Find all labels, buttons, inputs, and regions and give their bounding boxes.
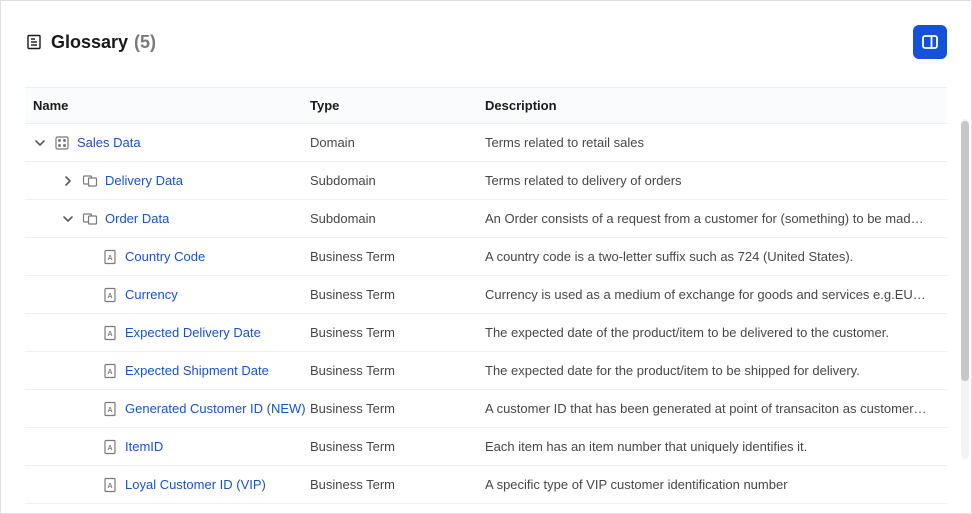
page-title-text: Glossary <box>51 32 128 53</box>
item-name-link[interactable]: Order Data <box>105 211 169 226</box>
item-type: Business Term <box>310 401 485 416</box>
expand-placeholder <box>81 364 95 378</box>
page-title: Glossary (5) <box>51 32 156 53</box>
expand-placeholder <box>81 288 95 302</box>
item-description: A customer ID that has been generated at… <box>485 401 947 416</box>
item-type: Business Term <box>310 363 485 378</box>
table-row[interactable]: Delivery Data SubdomainTerms related to d… <box>25 162 947 200</box>
table-row[interactable]: A Expected Shipment Date Business TermThe … <box>25 352 947 390</box>
column-header-description[interactable]: Description <box>485 98 947 113</box>
item-name-link[interactable]: Sales Data <box>77 135 141 150</box>
item-type: Subdomain <box>310 211 485 226</box>
table-row[interactable]: Order Data SubdomainAn Order consists of … <box>25 200 947 238</box>
term-icon: A <box>102 401 118 417</box>
panel-toggle-button[interactable] <box>913 25 947 59</box>
item-description: Terms related to delivery of orders <box>485 173 947 188</box>
item-description: Each item has an item number that unique… <box>485 439 947 454</box>
item-type: Domain <box>310 135 485 150</box>
item-type: Business Term <box>310 249 485 264</box>
table-body: Sales Data DomainTerms related to retail … <box>25 124 947 513</box>
svg-text:A: A <box>107 331 112 338</box>
item-type: Business Term <box>310 477 485 492</box>
subdomain-icon <box>82 211 98 227</box>
term-icon: A <box>102 363 118 379</box>
item-name-link[interactable]: Currency <box>125 287 178 302</box>
table-row[interactable]: Sales Data DomainTerms related to retail … <box>25 124 947 162</box>
item-name-link[interactable]: Expected Delivery Date <box>125 325 261 340</box>
item-type: Business Term <box>310 439 485 454</box>
item-name-link[interactable]: ItemID <box>125 439 163 454</box>
term-icon: A <box>102 477 118 493</box>
item-description: The expected date of the product/item to… <box>485 325 947 340</box>
expand-placeholder <box>81 250 95 264</box>
scrollbar-thumb[interactable] <box>961 121 969 381</box>
expand-placeholder <box>81 402 95 416</box>
subdomain-icon <box>82 173 98 189</box>
item-name-link[interactable]: Delivery Data <box>105 173 183 188</box>
domain-icon <box>54 135 70 151</box>
term-icon: A <box>102 249 118 265</box>
column-header-name[interactable]: Name <box>25 98 310 113</box>
item-type: Subdomain <box>310 173 485 188</box>
scrollbar-track[interactable] <box>961 119 969 459</box>
svg-text:A: A <box>107 483 112 490</box>
item-description: A country code is a two-letter suffix su… <box>485 249 947 264</box>
item-description: The expected date for the product/item t… <box>485 363 947 378</box>
item-name-link[interactable]: Generated Customer ID (NEW) <box>125 401 306 416</box>
term-icon: A <box>102 287 118 303</box>
svg-text:A: A <box>107 407 112 414</box>
chevron-right-icon[interactable] <box>61 174 75 188</box>
page-count: (5) <box>134 32 156 53</box>
table-row[interactable]: A Generated Customer ID (NEW) Business Ter… <box>25 390 947 428</box>
svg-text:A: A <box>107 369 112 376</box>
item-description: Currency is used as a medium of exchange… <box>485 287 947 302</box>
term-icon: A <box>102 439 118 455</box>
item-description: Terms related to retail sales <box>485 135 947 150</box>
item-name-link[interactable]: Country Code <box>125 249 205 264</box>
chevron-down-icon[interactable] <box>61 212 75 226</box>
item-description: An Order consists of a request from a cu… <box>485 211 947 226</box>
expand-placeholder <box>81 440 95 454</box>
item-name-link[interactable]: Expected Shipment Date <box>125 363 269 378</box>
item-type: Business Term <box>310 325 485 340</box>
column-header-type[interactable]: Type <box>310 98 485 113</box>
expand-placeholder <box>81 326 95 340</box>
chevron-down-icon[interactable] <box>33 136 47 150</box>
table-row[interactable]: A Expected Delivery Date Business TermThe … <box>25 314 947 352</box>
svg-text:A: A <box>107 293 112 300</box>
svg-text:A: A <box>107 255 112 262</box>
expand-placeholder <box>81 478 95 492</box>
glossary-icon <box>25 33 43 51</box>
table-header: Name Type Description <box>25 87 947 124</box>
table-row[interactable]: A ItemID Business TermEach item has an ite… <box>25 428 947 466</box>
item-type: Business Term <box>310 287 485 302</box>
svg-text:A: A <box>107 445 112 452</box>
table-row[interactable]: A Country Code Business TermA country code… <box>25 238 947 276</box>
item-description: A specific type of VIP customer identifi… <box>485 477 947 492</box>
table-row[interactable]: A Currency Business TermCurrency is used a… <box>25 276 947 314</box>
table-row[interactable]: A Loyal Customer ID (VIP) Business TermA s… <box>25 466 947 504</box>
term-icon: A <box>102 325 118 341</box>
item-name-link[interactable]: Loyal Customer ID (VIP) <box>125 477 266 492</box>
